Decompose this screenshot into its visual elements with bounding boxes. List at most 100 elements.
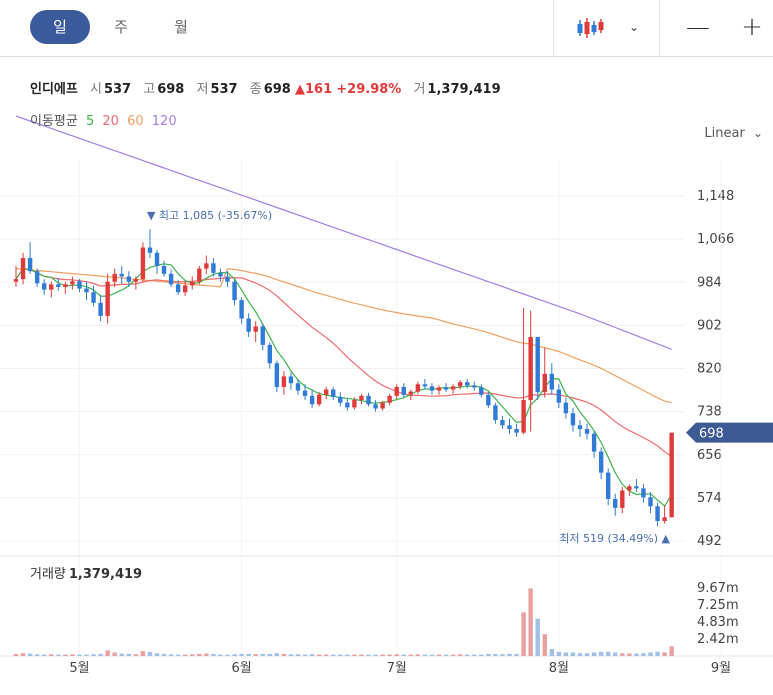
volume-bar xyxy=(302,654,308,656)
volume-bar xyxy=(126,653,131,656)
candle-body xyxy=(662,517,667,522)
candle-body xyxy=(91,292,96,303)
price-tick-label: 984 xyxy=(697,275,722,290)
volume-bar xyxy=(641,653,646,656)
candle-body xyxy=(154,252,160,266)
candle-body xyxy=(655,506,660,522)
time-tick-label: 7월 xyxy=(387,661,407,676)
ma-5: 5 xyxy=(85,114,95,129)
volume-tick-label: 4.83m xyxy=(697,615,739,630)
volume-bar xyxy=(415,654,421,656)
candle-body xyxy=(493,405,498,421)
volume-bar xyxy=(465,654,470,656)
candle-body xyxy=(570,413,576,426)
volume-value: 1,379,419 xyxy=(427,82,501,97)
volume-bar xyxy=(295,654,301,656)
candle-body xyxy=(394,386,399,396)
moving-average-legend[interactable]: 이동평균 5 20 60 120 xyxy=(30,110,181,129)
candle-body xyxy=(253,326,258,332)
volume-bar xyxy=(232,654,237,656)
candle-body xyxy=(436,387,442,391)
volume-bar xyxy=(225,654,230,656)
candle-body xyxy=(598,451,604,473)
chevron-down-icon[interactable]: ⌄ xyxy=(620,10,648,44)
candle-body xyxy=(500,420,505,426)
open-value: 537 xyxy=(103,82,132,97)
volume-bar xyxy=(211,653,216,656)
volume-bar xyxy=(70,654,75,656)
candle-body xyxy=(225,276,230,282)
candlestick-icon[interactable] xyxy=(570,10,610,44)
candle-body xyxy=(620,490,625,508)
volume-bar xyxy=(648,652,653,656)
candle-body xyxy=(408,391,413,395)
price-tick-label: 656 xyxy=(697,448,722,463)
time-tick-label: 8월 xyxy=(549,661,569,676)
candle-body xyxy=(246,318,251,332)
volume-bar xyxy=(197,653,202,656)
volume-bar xyxy=(591,652,597,656)
candle-body xyxy=(267,344,272,364)
candle-body xyxy=(648,497,653,507)
volume-bar xyxy=(112,652,117,656)
scale-selector[interactable]: Linear ⌄ xyxy=(704,126,763,141)
volume-bar xyxy=(401,654,406,656)
volume-bar xyxy=(345,654,350,656)
candle-body xyxy=(479,387,484,395)
candle-body xyxy=(528,336,533,401)
price-tick-label: 738 xyxy=(697,405,722,420)
tab-daily[interactable]: 일 xyxy=(30,10,90,44)
volume-tick-label: 7.25m xyxy=(697,598,739,613)
volume-bar xyxy=(352,654,357,656)
tab-weekly[interactable]: 주 xyxy=(96,10,146,44)
stock-name: 인디에프 xyxy=(30,82,78,97)
candle-body xyxy=(443,387,449,390)
close-label: 종 xyxy=(249,82,262,97)
volume-bar xyxy=(359,654,364,656)
stock-summary: 인디에프 시 537 고 698 저 537 종 698 ▲161 +29.98% 거1… xyxy=(30,78,501,97)
stock-chart[interactable]: 1,1481,0669849028207386565744925월 6월 7월 8월 9… xyxy=(0,0,773,695)
volume-bar xyxy=(669,646,674,656)
candle-body xyxy=(161,265,167,274)
price-tick-label: 492 xyxy=(697,534,722,549)
volume-bar xyxy=(20,653,26,656)
plus-icon[interactable]: + xyxy=(734,10,770,44)
volume-bar xyxy=(577,653,583,656)
candle-body xyxy=(563,402,569,414)
volume-bar xyxy=(98,653,103,656)
candle-body xyxy=(606,472,611,499)
volume-bar xyxy=(13,653,19,656)
volume-bar xyxy=(584,653,590,656)
change-arrow-icon: ▲ xyxy=(294,82,305,97)
volume-bar xyxy=(514,653,519,656)
volume-bar xyxy=(408,654,413,656)
volume-bar xyxy=(655,651,660,656)
candle-body xyxy=(542,373,547,393)
open-label: 시 xyxy=(89,82,102,97)
candle-body xyxy=(126,276,131,282)
candle-body xyxy=(147,247,153,253)
volume-bar xyxy=(154,653,160,656)
candle-body xyxy=(584,428,590,434)
candle-body xyxy=(112,273,117,282)
volume-tick-label: 2.42m xyxy=(697,632,739,647)
change-percent: +29.98% xyxy=(336,82,402,97)
volume-bar xyxy=(267,653,272,656)
candle-body xyxy=(387,395,392,403)
candle-body xyxy=(613,498,618,508)
minus-icon[interactable]: — xyxy=(680,10,716,44)
tab-monthly[interactable]: 월 xyxy=(156,10,206,44)
candle-body xyxy=(422,384,428,387)
volume-bar xyxy=(168,654,174,656)
volume-bar xyxy=(394,654,399,656)
volume-bar xyxy=(570,652,576,656)
low-annotation: 최저 519 (34.49%) ▲ xyxy=(559,532,670,545)
candle-body xyxy=(232,281,237,301)
volume-bar xyxy=(91,654,96,656)
candle-body xyxy=(465,382,470,386)
volume-bar xyxy=(239,653,244,656)
volume-bar xyxy=(147,651,153,656)
candle-body xyxy=(514,428,519,433)
low-value: 537 xyxy=(210,82,238,97)
candle-body xyxy=(84,288,89,293)
